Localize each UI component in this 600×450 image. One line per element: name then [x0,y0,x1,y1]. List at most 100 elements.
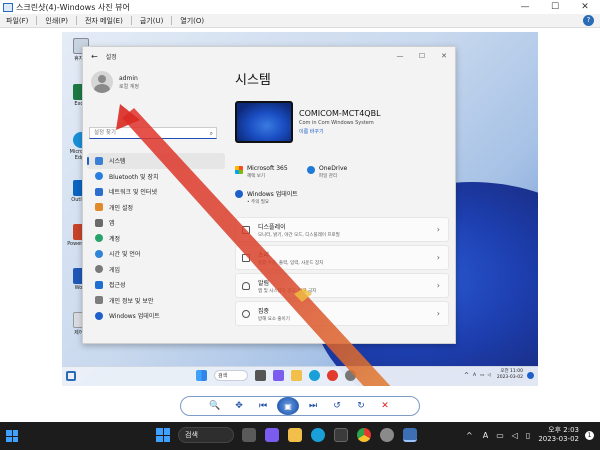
rotate-right-icon[interactable]: ↻ [351,398,371,414]
menu-divider [171,16,173,25]
close-button[interactable]: ✕ [570,0,600,14]
settings-gear-icon[interactable] [380,428,394,442]
taskbar-search[interactable]: 검색 [178,427,234,443]
microsoft-logo-icon [235,166,243,174]
setting-notifications[interactable]: 알림 앱 및 시스템의 경고, 방해 금지 › [235,273,449,298]
settings-maximize-button[interactable]: ☐ [411,47,433,65]
zoom-icon[interactable]: 🔍 [205,398,225,414]
setting-focus[interactable]: 집중 방해 요소 줄이기 › [235,301,449,326]
tray-chevron-icon[interactable]: ^ [466,431,473,440]
menu-divider [36,16,38,25]
menu-bar: 파일(F) 인쇄(P) 전자 메일(E) 굽기(U) 열기(O) ? [0,14,600,28]
nav-item-apps[interactable]: 앱 [87,215,225,231]
slideshow-button[interactable]: ▣ [277,397,299,415]
settings-nav: 시스템 Bluetooth 및 장치 네트워크 및 인터넷 개인 설정 앱 계정… [87,153,225,324]
inner-input-indicator: A [473,372,477,378]
back-arrow-icon[interactable]: ← [91,52,98,61]
nav-item-accessibility[interactable]: 접근성 [87,277,225,293]
rotate-left-icon[interactable]: ↺ [327,398,347,414]
file-explorer-icon[interactable] [288,428,302,442]
nav-item-system[interactable]: 시스템 [87,153,225,169]
next-icon[interactable]: ⏭ [303,398,323,414]
chevron-right-icon: › [436,281,440,290]
menu-divider [75,16,77,25]
bluetooth-icon [95,172,103,181]
menu-email[interactable]: 전자 메일(E) [85,16,123,26]
search-icon: ⌕ [209,130,213,137]
menu-print[interactable]: 인쇄(P) [45,16,68,26]
device-thumbnail [235,101,293,143]
previous-icon[interactable]: ⏮ [253,398,273,414]
fit-window-icon[interactable]: ✥ [229,398,249,414]
edge-icon[interactable] [311,428,325,442]
bell-icon [242,281,250,290]
device-name: COMICOM-MCT4QBL [299,109,381,118]
focus-icon [242,309,250,318]
inner-settings-gear-icon [345,370,356,381]
widgets-icon[interactable] [6,430,18,442]
nav-item-bluetooth[interactable]: Bluetooth 및 장치 [87,169,225,185]
battery-icon[interactable]: ▯ [526,431,530,440]
minimize-button[interactable]: — [510,0,540,14]
network-icon[interactable]: ▭ [496,431,504,440]
windows-update-link[interactable]: Windows 업데이트 • 주의 필요 [235,189,298,205]
store-icon[interactable] [334,428,348,442]
nav-item-network[interactable]: 네트워크 및 인터넷 [87,184,225,200]
system-tray: ^ A ▭ ◁ ▯ 오후 2:03 2023-03-02 1 [466,426,594,444]
account-type: 로컬 계정 [119,83,139,90]
inner-photo-viewer-icon [66,371,76,381]
account-icon [95,234,103,243]
viewer-toolbar: 🔍 ✥ ⏮ ▣ ⏭ ↺ ↻ ✕ [180,396,420,416]
photo-viewer-taskbar-icon[interactable] [403,428,417,442]
notification-badge[interactable]: 1 [585,430,594,440]
rename-link[interactable]: 이름 바꾸기 [299,128,381,135]
input-indicator[interactable]: A [483,431,488,440]
task-view-icon[interactable] [242,428,256,442]
device-model: Com in Com Windows System [299,120,374,126]
help-icon[interactable]: ? [583,15,594,26]
account-name: admin [119,74,138,82]
update-icon [235,190,243,198]
account-card[interactable]: admin 로컬 계정 [91,71,139,93]
wifi-icon [95,187,103,196]
settings-minimize-button[interactable]: — [389,47,411,65]
settings-sidebar: admin 로컬 계정 설정 찾기 ⌕ 시스템 Bluetooth 및 장치 네… [83,65,228,343]
menu-divider [130,16,132,25]
menu-open[interactable]: 열기(O) [180,16,204,26]
clock[interactable]: 오후 2:03 2023-03-02 [538,426,579,444]
inner-chrome-icon [327,370,338,381]
inner-clock-date: 2023-03-02 [496,375,523,380]
inner-volume-icon: ◁ [487,372,491,378]
onedrive-link[interactable]: OneDrive 파일 관리 [307,165,377,185]
maximize-button[interactable]: ☐ [540,0,570,14]
menu-burn[interactable]: 굽기(U) [140,16,163,26]
speaker-icon [242,253,250,262]
menu-file[interactable]: 파일(F) [6,16,28,26]
nav-item-personalization[interactable]: 개인 설정 [87,200,225,216]
setting-sound[interactable]: 소리 볼륨 수준, 출력, 입력, 사운드 장치 › [235,245,449,270]
inner-chat-icon [273,370,284,381]
window-title: 스크린샷(4)-Windows 사진 뷰어 [16,2,130,12]
nav-item-gaming[interactable]: 게임 [87,262,225,278]
device-card: COMICOM-MCT4QBL Com in Com Windows Syste… [235,101,381,143]
microsoft-365-link[interactable]: Microsoft 365 혜택 보기 [235,165,305,185]
photo-viewer-app-icon [3,2,13,12]
nav-item-accounts[interactable]: 계정 [87,231,225,247]
inner-task-view-icon [255,370,266,381]
settings-close-button[interactable]: ✕ [433,47,455,65]
nav-item-time-language[interactable]: 시간 및 언어 [87,246,225,262]
settings-titlebar: ← 설정 — ☐ ✕ [83,47,455,65]
chevron-right-icon: › [436,309,440,318]
displayed-screenshot: 휴지통 Excel Microsoft Edge Outlook PowerPo… [62,32,538,386]
nav-item-windows-update[interactable]: Windows 업데이트 [87,308,225,324]
delete-icon[interactable]: ✕ [375,398,395,414]
volume-icon[interactable]: ◁ [512,431,518,440]
chrome-icon[interactable] [357,428,371,442]
teams-chat-icon[interactable] [265,428,279,442]
system-icon [95,156,103,165]
nav-item-privacy[interactable]: 개인 정보 및 보안 [87,293,225,309]
settings-search-input[interactable]: 설정 찾기 ⌕ [89,127,217,139]
start-icon[interactable] [156,428,170,442]
setting-display[interactable]: 디스플레이 모니터, 밝기, 야간 모드, 디스플레이 프로필 › [235,217,449,242]
inner-tray-chevron-icon: ^ [463,371,470,379]
